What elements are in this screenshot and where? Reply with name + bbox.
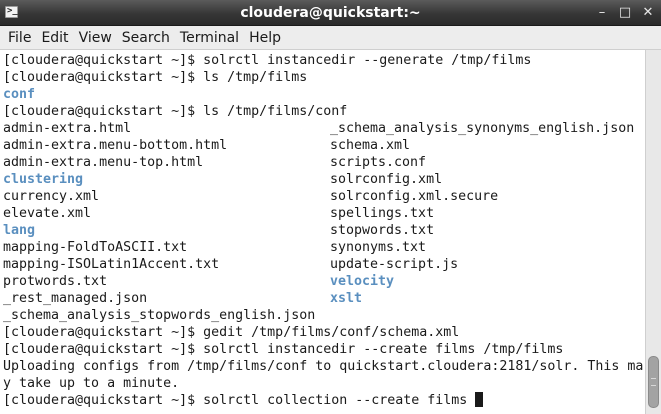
terminal-window: >_ cloudera@quickstart:~ – □ ✕ File Edit… xyxy=(0,0,661,414)
maximize-button[interactable]: □ xyxy=(618,4,632,22)
terminal-line: admin-extra.menu-bottom.html schema.xml xyxy=(3,137,410,154)
file-entry: mapping-FoldToASCII.txt xyxy=(3,240,188,255)
directory-entry: clustering xyxy=(3,172,84,187)
file-entry: schema.xml xyxy=(330,138,411,153)
file-entry: admin-extra.menu-bottom.html xyxy=(3,138,228,153)
title-bar[interactable]: >_ cloudera@quickstart:~ – □ ✕ xyxy=(0,0,661,26)
menu-help[interactable]: Help xyxy=(244,27,286,49)
terminal-line: elevate.xml spellings.txt xyxy=(3,205,434,222)
menu-bar: File Edit View Search Terminal Help xyxy=(0,26,661,50)
terminal-output[interactable]: [cloudera@quickstart ~]$ solrctl instanc… xyxy=(0,50,645,414)
terminal-line-text: [cloudera@quickstart ~]$ solrctl instanc… xyxy=(3,342,564,357)
cursor-gap xyxy=(467,393,475,408)
terminal-line: [cloudera@quickstart ~]$ ls /tmp/films/c… xyxy=(3,103,347,120)
file-entry: admin-extra.menu-top.html xyxy=(3,155,204,170)
file-entry: protwords.txt xyxy=(3,274,108,289)
terminal-line-text: [cloudera@quickstart ~]$ solrctl collect… xyxy=(3,393,468,408)
terminal-line: [cloudera@quickstart ~]$ solrctl collect… xyxy=(3,392,484,409)
terminal-line-text: _schema_analysis_stopwords_english.json xyxy=(3,308,316,323)
window-title: cloudera@quickstart:~ xyxy=(240,5,421,21)
terminal-line: mapping-FoldToASCII.txt synonyms.txt xyxy=(3,239,426,256)
file-entry: synonyms.txt xyxy=(330,240,427,255)
terminal-line: currency.xml solrconfig.xml.secure xyxy=(3,188,498,205)
terminal-line: [cloudera@quickstart ~]$ solrctl instanc… xyxy=(3,341,563,358)
terminal-line: admin-extra.menu-top.html scripts.conf xyxy=(3,154,426,171)
terminal-line: [cloudera@quickstart ~]$ ls /tmp/films xyxy=(3,69,307,86)
menu-view[interactable]: View xyxy=(74,27,117,49)
terminal-line: y take up to a minute. xyxy=(3,375,179,392)
close-button[interactable]: ✕ xyxy=(641,4,655,22)
file-entry: solrconfig.xml xyxy=(330,172,443,187)
directory-entry: lang xyxy=(3,223,36,238)
file-entry: scripts.conf xyxy=(330,155,427,170)
file-entry: stopwords.txt xyxy=(330,223,435,238)
terminal-line: _schema_analysis_stopwords_english.json xyxy=(3,307,315,324)
file-entry: spellings.txt xyxy=(330,206,435,221)
menu-edit[interactable]: Edit xyxy=(36,27,73,49)
terminal-line: _rest_managed.json xslt xyxy=(3,290,362,307)
file-entry: admin-extra.html xyxy=(3,121,132,136)
terminal-line: protwords.txt velocity xyxy=(3,273,394,290)
minimize-button[interactable]: – xyxy=(595,4,609,22)
file-entry: solrconfig.xml.secure xyxy=(330,189,499,204)
terminal-line: lang stopwords.txt xyxy=(3,222,434,239)
menu-file[interactable]: File xyxy=(3,27,36,49)
file-entry: currency.xml xyxy=(3,189,100,204)
directory-entry: conf xyxy=(3,87,36,102)
terminal-line: admin-extra.html _schema_analysis_synonym… xyxy=(3,120,634,137)
terminal-line: [cloudera@quickstart ~]$ gedit /tmp/film… xyxy=(3,324,459,341)
file-entry: _rest_managed.json xyxy=(3,291,148,306)
scrollbar-thumb[interactable] xyxy=(648,356,659,408)
terminal-line-text: [cloudera@quickstart ~]$ gedit /tmp/film… xyxy=(3,325,460,340)
file-entry: mapping-ISOLatin1Accent.txt xyxy=(3,257,220,272)
file-entry: elevate.xml xyxy=(3,206,92,221)
menu-search[interactable]: Search xyxy=(117,27,175,49)
terminal-line: [cloudera@quickstart ~]$ solrctl instanc… xyxy=(3,52,531,69)
terminal-line-text: [cloudera@quickstart ~]$ ls /tmp/films xyxy=(3,70,308,85)
vertical-scrollbar[interactable] xyxy=(645,50,661,414)
directory-entry: xslt xyxy=(330,291,363,306)
terminal-line-text: [cloudera@quickstart ~]$ ls /tmp/films/c… xyxy=(3,104,348,119)
text-cursor xyxy=(475,392,484,407)
terminal-line: mapping-ISOLatin1Accent.txt update-script… xyxy=(3,256,458,273)
terminal-line: conf xyxy=(3,86,35,103)
directory-entry: velocity xyxy=(330,274,395,289)
file-entry: update-script.js xyxy=(330,257,459,272)
file-entry: _schema_analysis_synonyms_english.json xyxy=(330,121,635,136)
terminal-line: Uploading configs from /tmp/films/conf t… xyxy=(3,358,643,375)
window-controls: – □ ✕ xyxy=(595,4,655,22)
menu-terminal[interactable]: Terminal xyxy=(175,27,244,49)
terminal-line-text: [cloudera@quickstart ~]$ solrctl instanc… xyxy=(3,53,532,68)
terminal-line-text: Uploading configs from /tmp/films/conf t… xyxy=(3,359,644,374)
terminal-line: clustering solrconfig.xml xyxy=(3,171,442,188)
terminal-line-text: y take up to a minute. xyxy=(3,376,180,391)
